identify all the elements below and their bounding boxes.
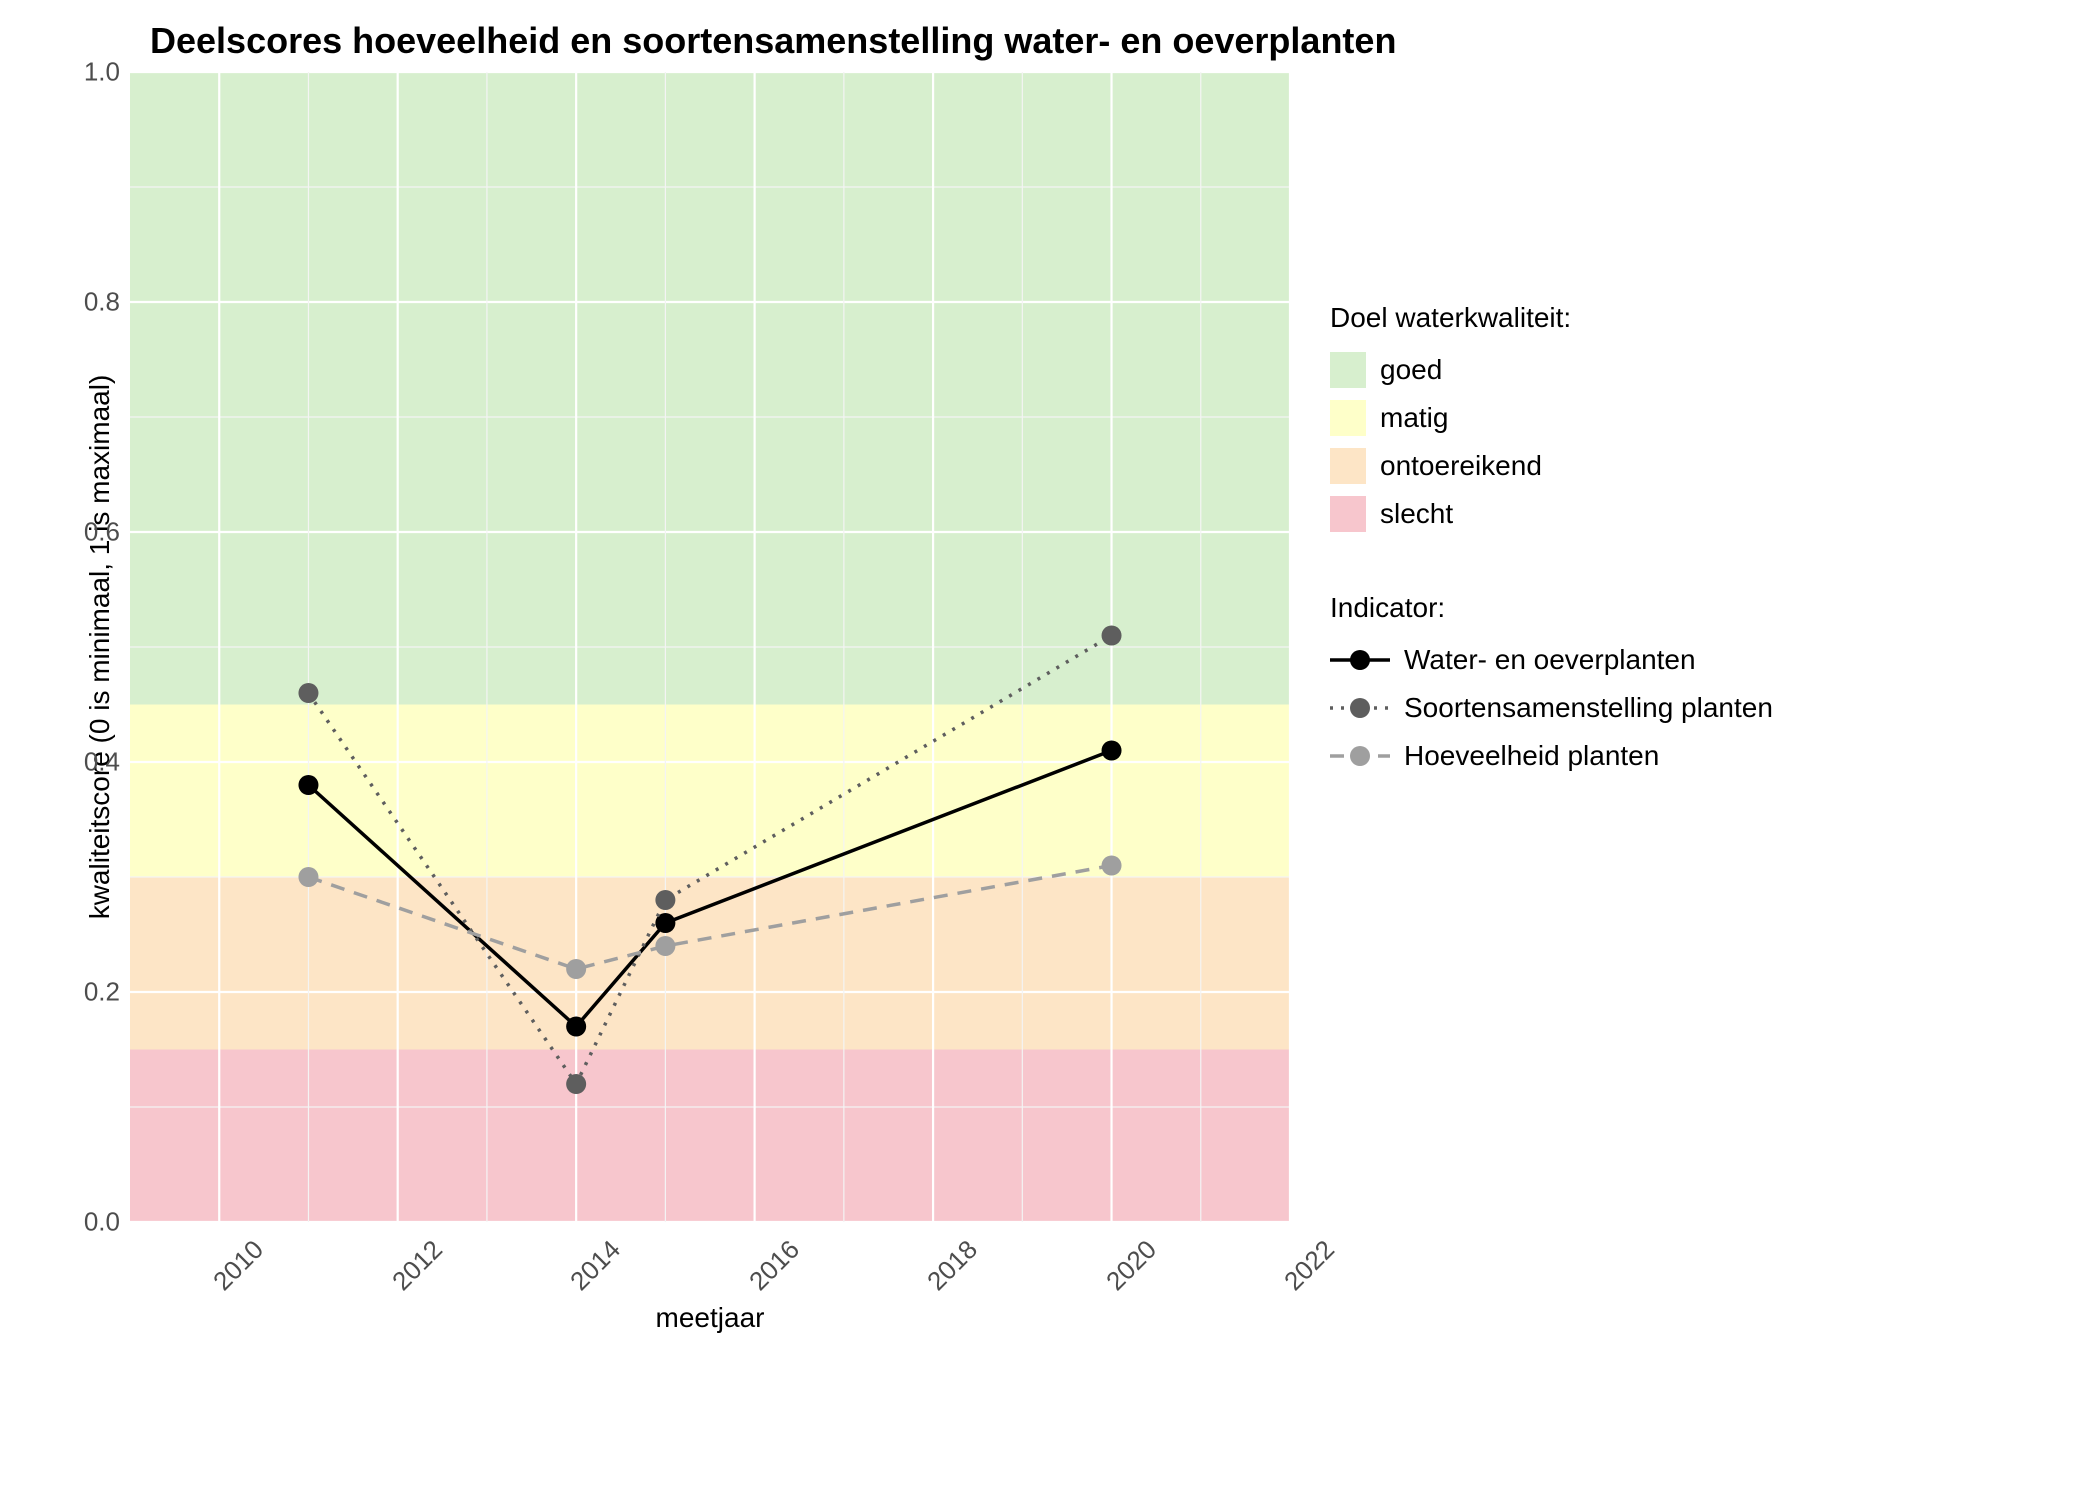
legend-series-item: Water- en oeverplanten xyxy=(1330,642,1773,678)
y-tick-label: 0.8 xyxy=(84,287,120,318)
legend-swatch xyxy=(1330,496,1366,532)
legend-label: matig xyxy=(1380,402,1448,434)
legend-swatch xyxy=(1330,352,1366,388)
y-tick-label: 0.6 xyxy=(84,517,120,548)
legend-band-item: slecht xyxy=(1330,496,1773,532)
x-tick-label: 2010 xyxy=(207,1234,270,1297)
y-axis-label: kwaliteitscore (0 is minimaal, 1 is maxi… xyxy=(84,375,116,920)
chart-body: kwaliteitscore (0 is minimaal, 1 is maxi… xyxy=(20,72,2080,1334)
x-tick-label: 2016 xyxy=(743,1234,806,1297)
x-tick-label: 2020 xyxy=(1100,1234,1163,1297)
legend-line-swatch xyxy=(1330,642,1390,678)
legend-label: Water- en oeverplanten xyxy=(1404,644,1696,676)
x-tick-label: 2022 xyxy=(1278,1234,1341,1297)
legend-band-item: matig xyxy=(1330,400,1773,436)
legend-label: Hoeveelheid planten xyxy=(1404,740,1659,772)
legend-bands: goed matig ontoereikend slecht xyxy=(1330,352,1773,532)
legend-band-item: ontoereikend xyxy=(1330,448,1773,484)
legend-series-item: Hoeveelheid planten xyxy=(1330,738,1773,774)
legend-line-swatch xyxy=(1330,690,1390,726)
legend-series: Water- en oeverplanten Soortensamenstelli… xyxy=(1330,642,1773,774)
legend-band-title: Doel waterkwaliteit: xyxy=(1330,302,1773,334)
legend: Doel waterkwaliteit: goed matig ontoereike… xyxy=(1330,302,1773,834)
legend-label: ontoereikend xyxy=(1380,450,1542,482)
legend-band-item: goed xyxy=(1330,352,1773,388)
plot-wrapper: kwaliteitscore (0 is minimaal, 1 is maxi… xyxy=(20,72,1290,1334)
y-tick-label: 0.2 xyxy=(84,977,120,1008)
legend-series-item: Soortensamenstelling planten xyxy=(1330,690,1773,726)
x-tick-label: 2012 xyxy=(386,1234,449,1297)
legend-label: slecht xyxy=(1380,498,1453,530)
legend-series-title: Indicator: xyxy=(1330,592,1773,624)
legend-label: Soortensamenstelling planten xyxy=(1404,692,1773,724)
legend-swatch xyxy=(1330,400,1366,436)
legend-swatch xyxy=(1330,448,1366,484)
legend-line-swatch xyxy=(1330,738,1390,774)
legend-label: goed xyxy=(1380,354,1442,386)
y-tick-label: 0.0 xyxy=(84,1207,120,1238)
x-tick-label: 2014 xyxy=(564,1234,627,1297)
x-tick-label: 2018 xyxy=(921,1234,984,1297)
plot-area: kwaliteitscore (0 is minimaal, 1 is maxi… xyxy=(130,72,1290,1222)
x-axis-label: meetjaar xyxy=(130,1302,1290,1334)
chart-title: Deelscores hoeveelheid en soortensamenst… xyxy=(20,20,2080,62)
y-tick-label: 0.4 xyxy=(84,747,120,778)
chart-container: Deelscores hoeveelheid en soortensamenst… xyxy=(20,20,2080,1480)
y-tick-label: 1.0 xyxy=(84,57,120,88)
